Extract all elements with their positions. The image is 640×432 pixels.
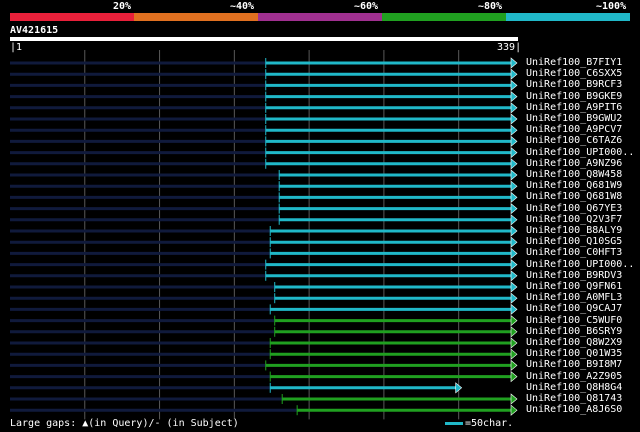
- hit-name-link[interactable]: UniRef100_A9PIT6: [526, 102, 622, 113]
- scale-swatch: [445, 421, 463, 425]
- hit-name-link[interactable]: UniRef100_Q2V3F7: [526, 214, 622, 225]
- hit-arrow-icon: [510, 270, 518, 282]
- hit-name-link[interactable]: UniRef100_UPI000..: [526, 147, 634, 158]
- hit-arrow-icon: [510, 236, 518, 248]
- hit-name-link[interactable]: UniRef100_B9RDV3: [526, 270, 622, 281]
- hit-name-link[interactable]: UniRef100_A9NZ96: [526, 158, 622, 169]
- hit-arrow-icon: [510, 348, 518, 360]
- hit-name-link[interactable]: UniRef100_Q01W35: [526, 348, 622, 359]
- hit-name-link[interactable]: UniRef100_UPI000..: [526, 259, 634, 270]
- hit-arrow-icon: [510, 214, 518, 226]
- hit-arrow-icon: [510, 68, 518, 80]
- hit-name-link[interactable]: UniRef100_Q8W458: [526, 169, 622, 180]
- hit-arrow-icon: [510, 326, 518, 338]
- hit-arrow-icon: [510, 57, 518, 69]
- hit-arrow-icon: [510, 202, 518, 215]
- hit-name-link[interactable]: UniRef100_A8J6S0: [526, 404, 622, 415]
- hit-name-link[interactable]: UniRef100_B9RCF3: [526, 79, 622, 90]
- large-gaps-legend: Large gaps: ▲(in Query)/- (in Subject): [10, 418, 239, 429]
- hit-name-link[interactable]: UniRef100_B9I8M7: [526, 359, 622, 370]
- hit-name-link[interactable]: UniRef100_B9GKE9: [526, 91, 622, 102]
- hit-arrow-icon: [510, 124, 518, 136]
- hit-name-link[interactable]: UniRef100_B8ALY9: [526, 225, 622, 236]
- hit-name-link[interactable]: UniRef100_Q8W2X9: [526, 337, 622, 348]
- hit-name-link[interactable]: UniRef100_C5WUF0: [526, 315, 622, 326]
- hit-arrow-icon: [510, 393, 518, 405]
- hit-arrow-icon: [510, 158, 518, 170]
- scale-legend: =50char.: [445, 418, 513, 430]
- scale-legend-text: =50char.: [465, 418, 514, 429]
- hit-name-link[interactable]: UniRef100_B6SRY9: [526, 326, 622, 337]
- hit-arrow-icon: [510, 90, 518, 103]
- hit-name-link[interactable]: UniRef100_Q10SG5: [526, 236, 622, 247]
- hit-name-link[interactable]: UniRef100_A0MFL3: [526, 292, 622, 303]
- hit-name-link[interactable]: UniRef100_Q681W8: [526, 191, 622, 202]
- hit-arrow-icon: [510, 292, 518, 304]
- hit-name-link[interactable]: UniRef100_B7FIY1: [526, 57, 622, 68]
- hit-name-link[interactable]: UniRef100_C6TAZ6: [526, 135, 622, 146]
- hit-arrow-icon: [510, 370, 518, 383]
- hit-arrow-icon: [510, 404, 518, 416]
- hit-name-link[interactable]: UniRef100_A2Z905: [526, 371, 622, 382]
- hit-arrow-icon: [510, 337, 518, 349]
- hit-name-link[interactable]: UniRef100_C0HFT3: [526, 247, 622, 258]
- hit-name-link[interactable]: UniRef100_C6SXX5: [526, 68, 622, 79]
- hit-name-link[interactable]: UniRef100_Q681W9: [526, 180, 622, 191]
- hit-arrow-icon: [510, 169, 518, 181]
- hit-arrow-icon: [510, 191, 518, 204]
- hit-name-link[interactable]: UniRef100_A9PCV7: [526, 124, 622, 135]
- hit-arrow-icon: [510, 281, 518, 293]
- hit-arrow-icon: [510, 135, 518, 148]
- hit-arrow-icon: [510, 247, 518, 260]
- hit-arrow-icon: [510, 225, 518, 237]
- hit-arrow-icon: [510, 102, 518, 114]
- hit-name-link[interactable]: UniRef100_Q67YE3: [526, 203, 622, 214]
- hit-arrow-icon: [510, 113, 518, 125]
- hit-arrow-icon: [510, 180, 518, 192]
- hit-arrow-icon: [510, 79, 518, 92]
- hit-name-link[interactable]: UniRef100_Q81743: [526, 393, 622, 404]
- hit-name-link[interactable]: UniRef100_Q8H8G4: [526, 382, 622, 393]
- hit-name-link[interactable]: UniRef100_Q9CAJ7: [526, 303, 622, 314]
- hit-arrow-icon: [510, 258, 518, 271]
- hit-arrow-icon: [510, 146, 518, 159]
- hit-arrow-icon: [510, 314, 518, 327]
- hit-arrow-icon: [510, 359, 518, 372]
- hit-arrow-icon: [510, 303, 518, 316]
- hit-name-link[interactable]: UniRef100_B9GWU2: [526, 113, 622, 124]
- hit-name-link[interactable]: UniRef100_Q9FN61: [526, 281, 622, 292]
